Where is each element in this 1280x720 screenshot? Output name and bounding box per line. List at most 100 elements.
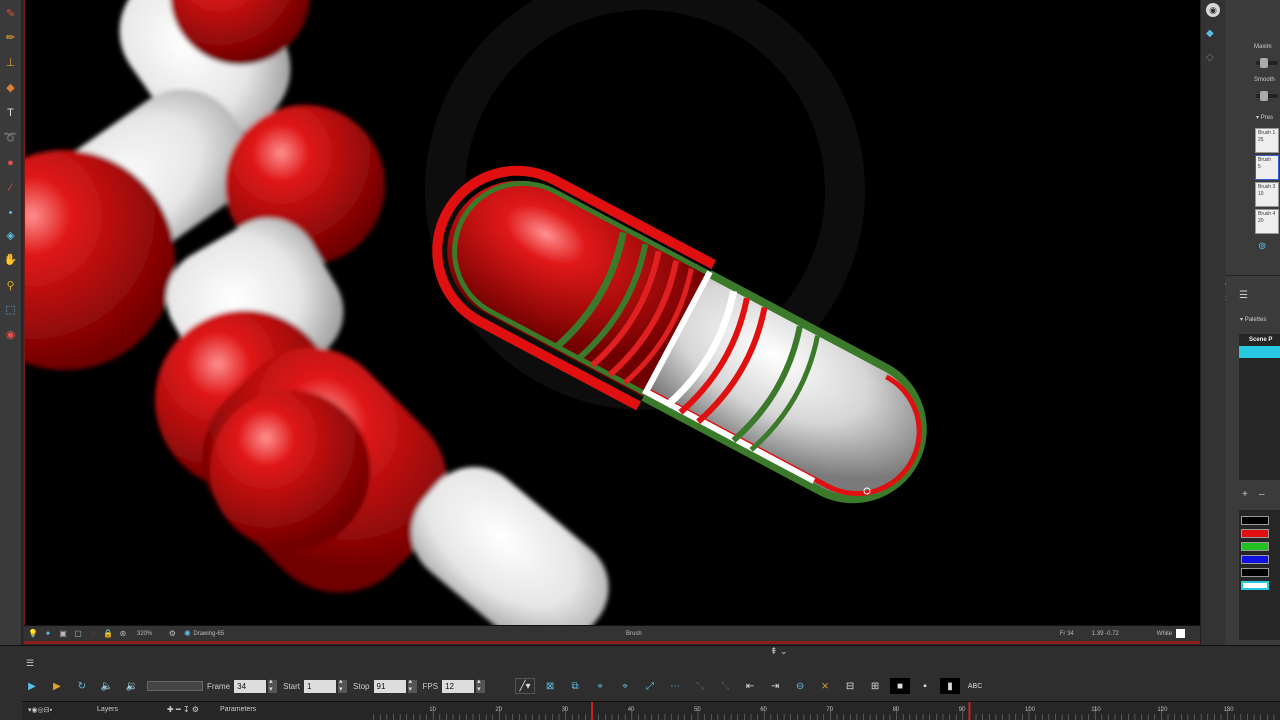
stamp-tool-icon[interactable]: ⊥ <box>3 55 18 70</box>
lock-icon[interactable]: 🔒 <box>102 628 114 640</box>
preset-item[interactable]: Brush 1 25 <box>1255 128 1279 153</box>
interpolation-dropdown[interactable]: ╱▾ <box>515 678 536 694</box>
smoothing-slider[interactable] <box>1256 91 1278 101</box>
extend-exposure-icon[interactable]: ⇤ <box>740 678 760 694</box>
view-frame-border <box>24 641 1226 644</box>
brush-tool-icon[interactable]: ✎ <box>3 6 18 21</box>
light-icon[interactable]: 💡 <box>27 628 39 640</box>
presets-label: ▾ Pres <box>1256 115 1274 121</box>
contour-tool-icon[interactable]: • <box>3 205 18 220</box>
add-keyframe-icon[interactable]: ⌖ <box>590 678 610 694</box>
menu-icon[interactable]: ☰ <box>1239 290 1248 301</box>
color-swatch[interactable] <box>1241 555 1269 564</box>
layer-visibility-icons[interactable]: ▾◉◎⊟▪ <box>28 706 52 714</box>
play-selection-icon[interactable]: ▶ <box>47 678 67 694</box>
preset-item-selected[interactable]: Brush 5 <box>1255 155 1279 180</box>
preset-settings-icon[interactable]: ⊚ <box>1258 241 1266 252</box>
text-tool-icon[interactable]: T <box>3 105 18 120</box>
color-swatch[interactable] <box>1241 529 1269 538</box>
reduce-exposure-icon[interactable]: ⇥ <box>765 678 785 694</box>
bg-color-label: White <box>1156 630 1173 637</box>
merge-icon[interactable]: ⊞ <box>865 678 885 694</box>
dropper-tool-icon[interactable]: ⁄ <box>3 180 18 195</box>
zoom-level[interactable]: 320% <box>137 631 152 637</box>
fill-gaps-icon[interactable]: ⨯ <box>815 678 835 694</box>
maximum-size-label: Maxim <box>1254 44 1272 50</box>
zoom-tool-icon[interactable]: ⚲ <box>3 278 18 293</box>
palette-list-header: Scene P <box>1249 337 1273 343</box>
black-swatch-icon[interactable]: ■ <box>890 678 911 694</box>
loop-icon[interactable]: ↻ <box>72 678 92 694</box>
cutter-tool-icon[interactable]: ◉ <box>3 327 18 342</box>
hand-tool-icon[interactable]: ✋ <box>3 252 18 267</box>
sound-icon[interactable]: 🔈 <box>97 678 117 694</box>
create-drawing-icon[interactable]: ⊠ <box>540 678 560 694</box>
set-motion-icon[interactable]: ⤢ <box>640 678 660 694</box>
reset-view-icon[interactable]: ⊛ <box>117 628 129 640</box>
palettes-label: ▾ Palettes <box>1240 317 1267 323</box>
remove-keyframe-icon[interactable]: ⌖ <box>615 678 635 694</box>
lasso-tool-icon[interactable]: ➰ <box>3 130 18 145</box>
panel-collapse-icon[interactable]: ⇞ ⌄ <box>770 646 788 657</box>
stop-motion-icon[interactable]: ▪ <box>915 678 935 694</box>
frame-field[interactable]: 34 <box>234 679 267 693</box>
ruler-tick-label: 130 <box>1224 707 1235 713</box>
drawing-canvas[interactable] <box>24 0 1200 625</box>
set-stop-icon[interactable]: ⋯ <box>665 678 685 694</box>
preset-item[interactable]: Brush 3 10 <box>1255 182 1279 207</box>
preset-item[interactable]: Brush 4 20 <box>1255 209 1279 234</box>
stop-field[interactable]: 91 <box>373 679 406 693</box>
play-icon[interactable]: ▶ <box>22 678 42 694</box>
ease-icon: ⤡ <box>696 680 705 692</box>
canvas-status-bar: 💡 ✦ ▣ ▢ ◌ 🔒 ⊛ 320% ⚙ ✺ Drawing-65 Brush … <box>24 625 1200 641</box>
frame-ruler[interactable]: 102030405060708090100110120130140 <box>367 702 1280 720</box>
stop-spinner[interactable] <box>407 677 417 693</box>
layer-icon[interactable]: ◆ <box>1206 28 1214 39</box>
start-label: Start <box>283 681 301 691</box>
preset-size: 25 <box>1258 137 1264 143</box>
shade-icon[interactable]: ◌ <box>87 628 99 640</box>
color-swatch[interactable] <box>1241 568 1269 577</box>
ruler-tick-label: 80 <box>893 707 900 713</box>
stop-marker[interactable] <box>968 702 971 720</box>
pencil-tool-icon[interactable]: ✏ <box>3 30 18 45</box>
maximum-size-slider[interactable] <box>1256 58 1278 68</box>
ease-out-icon: ⤡ <box>721 680 730 692</box>
color-swatch[interactable] <box>1241 542 1269 551</box>
start-spinner[interactable] <box>338 677 348 693</box>
mark-icon[interactable]: ⊟ <box>840 678 860 694</box>
playback-speed-slider[interactable] <box>147 681 203 691</box>
transform-tool-icon[interactable]: ◈ <box>3 228 18 243</box>
duplicate-drawing-icon[interactable]: ⧉ <box>565 678 585 694</box>
fps-dropdown[interactable] <box>476 677 486 693</box>
smoothing-label: Smooth <box>1254 77 1275 83</box>
add-palette-button[interactable]: + <box>1242 489 1248 500</box>
insert-blank-icon[interactable]: ⊖ <box>790 678 810 694</box>
start-field[interactable]: 1 <box>304 679 337 693</box>
eraser-tool-icon[interactable]: ◆ <box>3 80 18 95</box>
white-frame-icon[interactable]: ▮ <box>940 678 961 694</box>
safe-area-icon[interactable]: ▢ <box>72 628 84 640</box>
frame-spinner[interactable] <box>268 677 278 693</box>
palette-list-item-selected[interactable] <box>1239 346 1280 358</box>
collapse-icon[interactable]: ◇ <box>1206 52 1214 63</box>
sound-scrub-icon[interactable]: 🔉 <box>122 678 142 694</box>
gear-icon[interactable]: ⚙ <box>166 628 178 640</box>
fps-field[interactable]: 12 <box>442 679 475 693</box>
layer-actions-icons[interactable]: ✚ ━ ↧ ⚙ <box>167 705 199 714</box>
frame-icon[interactable]: ▣ <box>57 628 69 640</box>
timeline-menu-icon[interactable]: ☰ <box>26 658 34 669</box>
tools-toolbar: ✎ ✏ ⊥ ◆ T ➰ ● ⁄ • ◈ ✋ ⚲ ⬚ ◉ <box>0 0 22 650</box>
ruler-tick-label: 120 <box>1157 707 1168 713</box>
remove-palette-button[interactable]: – <box>1259 489 1265 500</box>
playhead[interactable] <box>591 702 594 720</box>
lip-sync-icon[interactable]: ABC <box>965 678 985 694</box>
select-tool-icon[interactable]: ⬚ <box>3 302 18 317</box>
onion-skin-icon[interactable]: ✦ <box>42 628 54 640</box>
color-swatch[interactable] <box>1241 516 1269 525</box>
bg-color-swatch[interactable] <box>1176 629 1186 638</box>
color-swatch-selected[interactable] <box>1241 581 1269 590</box>
ruler-tick-label: 100 <box>1025 707 1036 713</box>
paint-tool-icon[interactable]: ● <box>3 155 18 170</box>
camera-icon[interactable]: ◉ <box>1206 3 1220 17</box>
